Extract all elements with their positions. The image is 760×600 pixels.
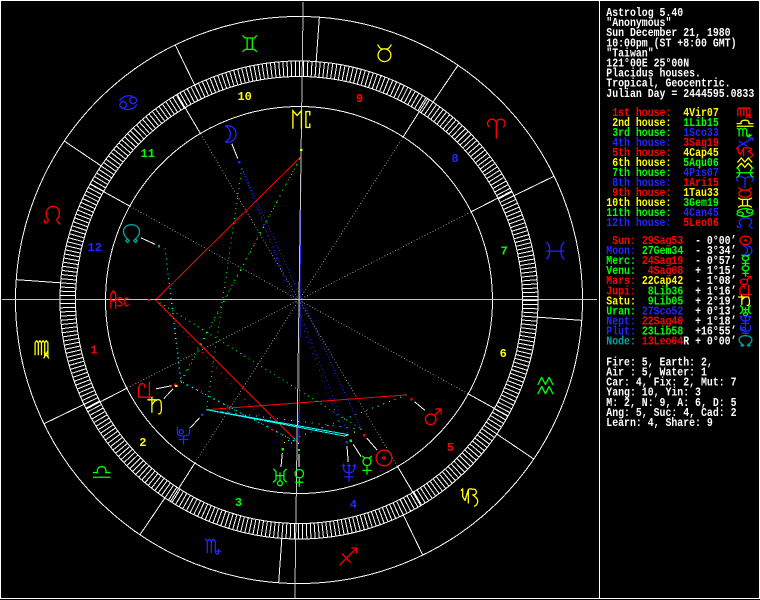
svg-text:2: 2 — [139, 436, 146, 450]
svg-text:Julian Day = 2444595.0833: Julian Day = 2444595.0833 — [606, 88, 754, 101]
svg-text:3: 3 — [235, 496, 242, 510]
svg-text:Node:13Leo04R+ 0°00’: Node: 13Leo04R + 0°00’ — [606, 336, 736, 349]
svg-text:12: 12 — [88, 241, 102, 255]
svg-text:4: 4 — [350, 498, 357, 512]
svg-text:1: 1 — [90, 344, 97, 358]
svg-text:10: 10 — [237, 90, 251, 104]
svg-text:6: 6 — [500, 347, 507, 361]
svg-text:8: 8 — [451, 152, 458, 166]
svg-text:12th house:5Leo06: 12th house: 5Leo06 — [606, 217, 718, 230]
svg-text:9: 9 — [356, 92, 363, 106]
svg-text:Learn: 4, Share: 9: Learn: 4, Share: 9 — [606, 417, 713, 430]
svg-text:11: 11 — [141, 147, 155, 161]
svg-text:7: 7 — [501, 245, 508, 259]
svg-text:5: 5 — [447, 441, 454, 455]
